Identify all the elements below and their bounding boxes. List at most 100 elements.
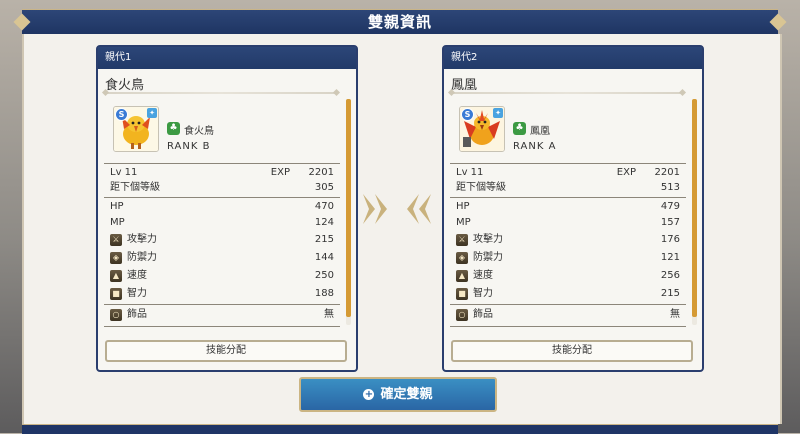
attr-row-defense: ◈ 防禦力 121	[456, 250, 680, 266]
shield-icon: ◈	[110, 252, 122, 264]
title-ornament-left	[13, 13, 31, 31]
scrollbar-thumb[interactable]	[346, 99, 351, 317]
parent-card-1: 親代1 食火鳥 S ✦ ♣ 食火鳥 RANK B Lv 11 EXP 2201 …	[96, 45, 358, 372]
stat-row-hp: HP 470	[110, 199, 334, 215]
element-wing-icon: ✦	[493, 108, 503, 118]
attr-label: 智力	[473, 288, 493, 299]
stat-label: MP	[110, 217, 125, 228]
attr-label: 防禦力	[127, 252, 157, 263]
attr-label: 速度	[473, 270, 493, 281]
accessory-value: 無	[670, 309, 680, 320]
attr-value: 121	[660, 252, 680, 263]
parent-name: 食火鳥	[105, 78, 145, 93]
next-level-value: 513	[660, 182, 680, 193]
stats-scrollbar[interactable]	[692, 99, 697, 325]
book-icon: ■	[456, 288, 468, 300]
stat-row-mp: MP 124	[110, 215, 334, 231]
monster-portrait[interactable]: S ✦	[459, 106, 505, 152]
parent-name: 鳳凰	[451, 78, 478, 93]
skill-allocation-button[interactable]: 技能分配	[451, 340, 693, 362]
exp-value: 2201	[654, 167, 680, 178]
book-icon: ■	[110, 288, 122, 300]
attr-value: 188	[314, 288, 334, 299]
exp-value: 2201	[308, 167, 334, 178]
attr-label: 攻擊力	[473, 234, 503, 245]
stat-value: 124	[314, 217, 334, 228]
rarity-badge: S	[115, 108, 128, 121]
attr-value: 176	[660, 234, 680, 245]
parent-slot-label: 親代1	[98, 47, 356, 69]
element-wing-icon: ✦	[147, 108, 157, 118]
level-row: Lv 11 EXP 2201	[110, 165, 334, 181]
level-label: Lv 11	[456, 167, 484, 178]
scrollbar-thumb[interactable]	[692, 99, 697, 317]
attr-value: 250	[314, 270, 334, 281]
next-level-row: 距下個等級 305	[110, 180, 334, 196]
rank-label: RANK A	[513, 141, 557, 152]
name-divider	[105, 92, 337, 94]
stat-label: MP	[456, 217, 471, 228]
stat-row-mp: MP 157	[456, 215, 680, 231]
divider	[104, 163, 340, 164]
accessory-row: ○ 飾品 無	[110, 307, 334, 323]
ring-icon: ○	[110, 309, 122, 321]
attr-row-speed: ▲ 速度 250	[110, 268, 334, 284]
attr-value: 215	[314, 234, 334, 245]
attr-label: 防禦力	[473, 252, 503, 263]
divider	[450, 304, 686, 305]
next-level-label: 距下個等級	[110, 182, 160, 193]
stat-value: 157	[660, 217, 680, 228]
ring-icon: ○	[456, 309, 468, 321]
stat-row-hp: HP 479	[456, 199, 680, 215]
parent-slot-label: 親代2	[444, 47, 702, 69]
divider	[104, 326, 340, 327]
sword-icon: ⚔	[110, 234, 122, 246]
divider	[450, 197, 686, 198]
stat-label: HP	[456, 201, 470, 212]
window-title-bar: 雙親資訊	[13, 9, 787, 36]
confirm-button-label: 確定雙親	[380, 387, 433, 402]
exp-label: EXP	[616, 167, 636, 178]
attr-value: 144	[314, 252, 334, 263]
attr-row-defense: ◈ 防禦力 144	[110, 250, 334, 266]
attr-row-attack: ⚔ 攻擊力 176	[456, 232, 680, 248]
merge-arrows-icon	[363, 194, 431, 224]
attr-label: 速度	[127, 270, 147, 281]
accessory-value: 無	[324, 309, 334, 320]
level-label: Lv 11	[110, 167, 138, 178]
accessory-row: ○ 飾品 無	[456, 307, 680, 323]
plus-icon: +	[363, 389, 375, 400]
divider	[450, 326, 686, 327]
window-title: 雙親資訊	[367, 13, 432, 31]
title-ornament-right	[769, 13, 787, 31]
stat-label: HP	[110, 201, 124, 212]
next-level-label: 距下個等級	[456, 182, 506, 193]
rarity-badge: S	[461, 108, 474, 121]
next-level-value: 305	[314, 182, 334, 193]
sword-icon: ⚔	[456, 234, 468, 246]
shield-icon: ◈	[456, 252, 468, 264]
monster-portrait[interactable]: S ✦	[113, 106, 159, 152]
attr-row-speed: ▲ 速度 256	[456, 268, 680, 284]
attr-label: 智力	[127, 288, 147, 299]
stat-value: 479	[660, 201, 680, 212]
confirm-parents-button[interactable]: + 確定雙親	[299, 377, 497, 412]
species-name: 食火鳥	[184, 126, 214, 137]
species-name: 鳳凰	[530, 126, 550, 137]
attr-row-attack: ⚔ 攻擊力 215	[110, 232, 334, 248]
attr-value: 256	[660, 270, 680, 281]
parent-card-2: 親代2 鳳凰 S ✦ ♣ 鳳凰 RANK A Lv 11 EXP 2201 距下…	[442, 45, 704, 372]
boot-icon: ▲	[456, 270, 468, 282]
divider	[104, 304, 340, 305]
skill-allocation-button[interactable]: 技能分配	[105, 340, 347, 362]
attr-row-intelligence: ■ 智力 215	[456, 286, 680, 302]
attr-value: 215	[660, 288, 680, 299]
accessory-label: 飾品	[127, 309, 147, 320]
divider	[104, 197, 340, 198]
divider	[450, 163, 686, 164]
stat-value: 470	[314, 201, 334, 212]
accessory-label: 飾品	[473, 309, 493, 320]
stats-scrollbar[interactable]	[346, 99, 351, 325]
attr-label: 攻擊力	[127, 234, 157, 245]
attr-row-intelligence: ■ 智力 188	[110, 286, 334, 302]
